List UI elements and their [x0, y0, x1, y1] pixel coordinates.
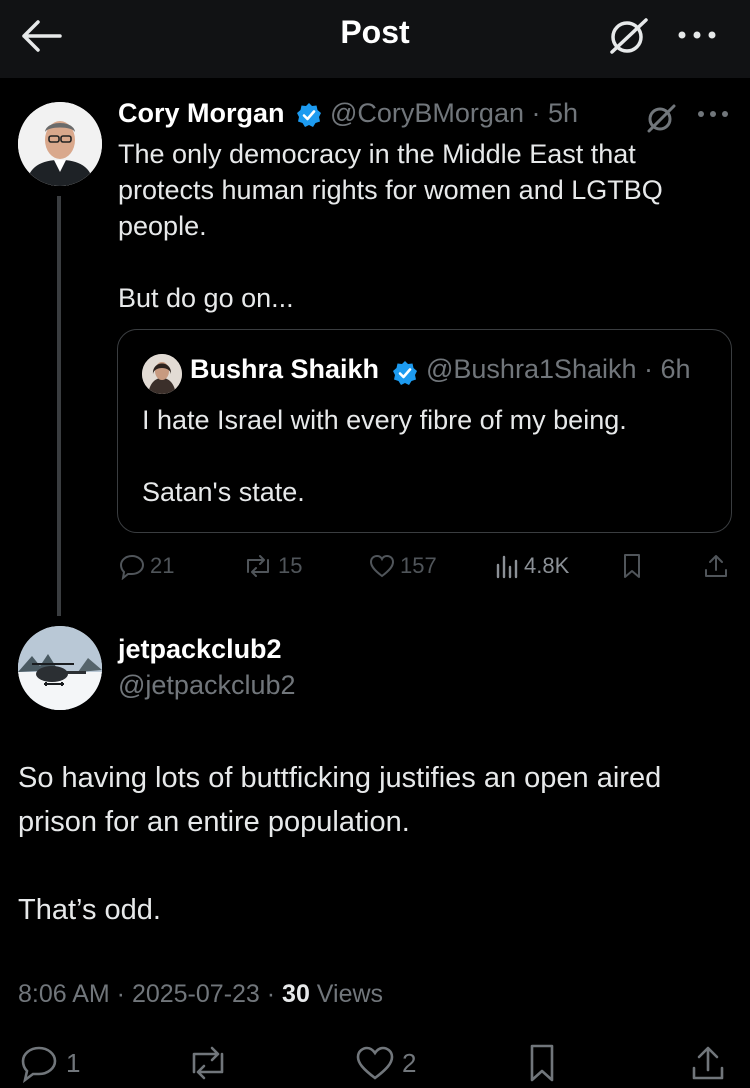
post-text-line: That’s odd.	[18, 894, 161, 926]
like-count: 2	[402, 1047, 417, 1078]
repost-icon	[186, 1042, 236, 1084]
reply-count: 1	[66, 1047, 81, 1078]
like-count: 157	[400, 553, 437, 578]
avatar[interactable]	[18, 102, 102, 186]
timestamp[interactable]: 8:06 AM · 2025-07-23 ·	[18, 980, 282, 1008]
quoted-post[interactable]: Bushra Shaikh @Bushra1Shaikh · 6h I hate…	[117, 329, 732, 533]
grok-icon[interactable]	[644, 102, 678, 134]
post-action-bar: 21 15 157 4.8K	[118, 548, 732, 584]
avatar[interactable]	[18, 626, 102, 710]
share-icon	[688, 1042, 734, 1084]
quoted-author-handle[interactable]: @Bushra1Shaikh · 6h	[426, 354, 691, 385]
bookmark-icon	[620, 552, 648, 580]
reply-icon	[18, 1042, 66, 1084]
share-icon	[702, 552, 734, 580]
post-timestamp: 8:06 AM · 2025-07-23 · 30 Views	[18, 980, 383, 1009]
top-bar: Post	[0, 0, 750, 78]
reply-icon	[118, 552, 150, 580]
quoted-text-line: I hate Israel with every fibre of my bei…	[142, 405, 627, 435]
repost-button[interactable]	[186, 1040, 236, 1086]
reply-button[interactable]: 1	[18, 1040, 80, 1086]
reply-button[interactable]: 21	[118, 548, 174, 584]
thread-connector	[57, 196, 61, 616]
share-button[interactable]	[688, 1040, 734, 1086]
post-text-line: The only democracy in the Middle East th…	[118, 139, 663, 241]
repost-icon	[242, 552, 278, 580]
avatar[interactable]	[142, 354, 182, 394]
author-name[interactable]: Cory Morgan	[118, 98, 285, 129]
views-count: 4.8K	[524, 553, 570, 578]
views-button[interactable]: 4.8K	[494, 548, 569, 584]
quoted-text-line: Satan's state.	[142, 477, 305, 507]
more-icon[interactable]	[696, 106, 730, 122]
like-button[interactable]: 157	[368, 548, 437, 584]
like-button[interactable]: 2	[354, 1040, 416, 1086]
quoted-author-name[interactable]: Bushra Shaikh	[190, 354, 379, 385]
author-handle[interactable]: @jetpackclub2	[118, 670, 296, 701]
bar-chart-icon	[494, 553, 524, 579]
heart-icon	[354, 1042, 402, 1084]
bookmark-button[interactable]	[620, 548, 648, 584]
heart-icon	[368, 552, 400, 580]
post-text: The only democracy in the Middle East th…	[118, 136, 718, 316]
views-count: 30	[282, 980, 310, 1008]
verified-badge-icon	[392, 360, 418, 386]
views-label: Views	[309, 980, 384, 1008]
author-handle[interactable]: @CoryBMorgan · 5h	[330, 98, 578, 129]
post-text: So having lots of buttficking justifies …	[18, 756, 732, 932]
repost-count: 15	[278, 553, 303, 578]
repost-button[interactable]: 15	[242, 548, 302, 584]
post-action-bar: 1 2	[18, 1040, 732, 1088]
quoted-text: I hate Israel with every fibre of my bei…	[142, 402, 722, 510]
author-name[interactable]: jetpackclub2	[118, 634, 282, 665]
bookmark-button[interactable]	[524, 1040, 566, 1086]
more-icon[interactable]	[676, 24, 718, 46]
bookmark-icon	[524, 1042, 566, 1084]
share-button[interactable]	[702, 548, 734, 584]
reply-count: 21	[150, 553, 175, 578]
post-text-line: But do go on...	[118, 283, 294, 313]
post-text-line: So having lots of buttficking justifies …	[18, 762, 662, 838]
verified-badge-icon	[296, 102, 322, 128]
grok-icon[interactable]	[606, 16, 652, 56]
